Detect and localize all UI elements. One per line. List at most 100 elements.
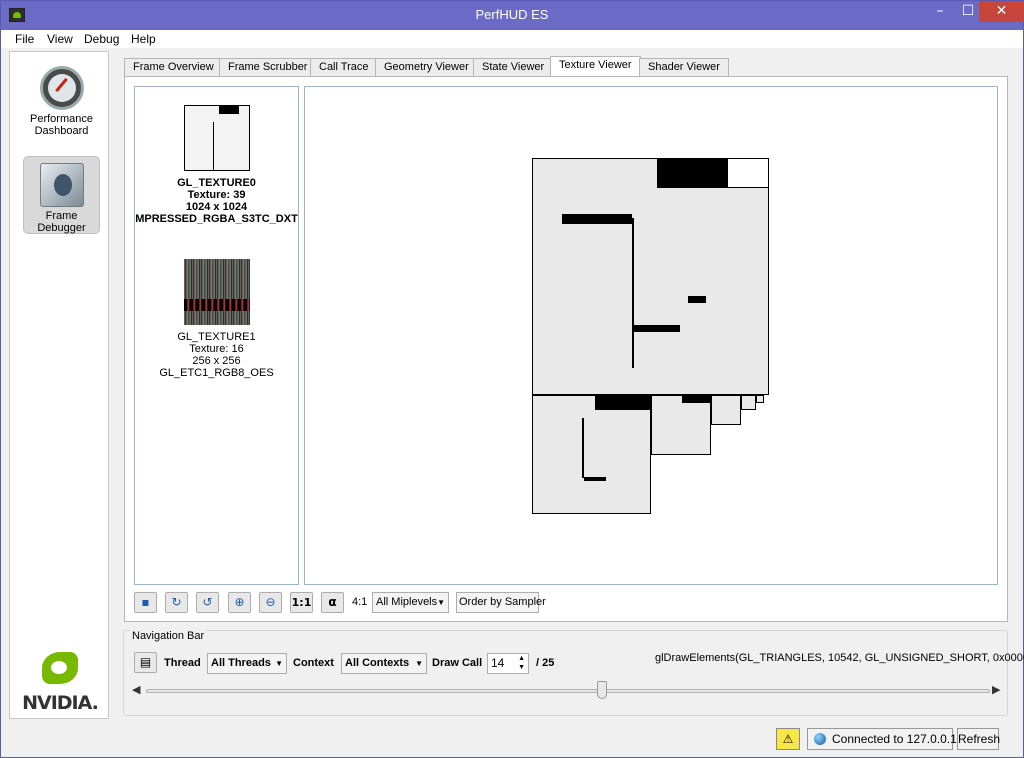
texture-thumbnail (183, 105, 250, 171)
connection-text: Connected to 127.0.0.1 (832, 732, 957, 746)
slider-thumb[interactable] (596, 681, 607, 699)
texture-format: GL_ETC1_RGB8_OES (159, 367, 274, 379)
mip-level-5 (756, 395, 764, 403)
sidebar-item-label: Performance (30, 113, 93, 125)
bug-icon (39, 163, 84, 207)
thread-label: Thread (164, 657, 201, 669)
mode-sidebar: Performance Dashboard Frame Debugger NVI… (9, 51, 109, 719)
texture-item[interactable]: GL_TEXTURE1 Texture: 16 256 x 256 GL_ETC… (135, 259, 298, 379)
connection-status: Connected to 127.0.0.1 (807, 728, 957, 750)
miplevel-select-value: All Miplevels (376, 596, 438, 608)
menu-help[interactable]: Help (131, 32, 156, 46)
texture-name: GL_TEXTURE1 (177, 331, 256, 343)
menu-debug[interactable]: Debug (84, 32, 119, 46)
tab-geometry-viewer[interactable]: Geometry Viewer (375, 58, 478, 77)
warning-icon: ⚠ (782, 732, 794, 746)
texture-dark-strip (634, 325, 680, 332)
spin-arrows-icon[interactable]: ▲ ▼ (518, 654, 525, 672)
status-bar: ⚠ Connected to 127.0.0.1 Refresh (1, 726, 1023, 758)
draw-call-label: Draw Call (432, 657, 483, 669)
mip-level-4 (741, 395, 756, 410)
sidebar-item-frame-debugger[interactable]: Frame Debugger (23, 156, 100, 234)
slider-track[interactable] (146, 689, 990, 693)
current-call-text: glDrawElements(GL_TRIANGLES, 10542, GL_U… (655, 652, 1024, 664)
title-bar[interactable]: PerfHUD ES – ☐ ✕ (1, 1, 1024, 30)
texture-id: Texture: 39 (187, 189, 246, 201)
texture-mip-chain-image (532, 158, 769, 514)
chevron-down-icon: ▼ (415, 659, 423, 668)
zoom-in-icon: ⊕ (234, 595, 245, 609)
tab-texture-viewer[interactable]: Texture Viewer (550, 56, 641, 77)
rotate-cw-icon: ↻ (171, 595, 182, 609)
menu-view[interactable]: View (47, 32, 73, 46)
tab-call-trace[interactable]: Call Trace (310, 58, 378, 77)
zoom-out-icon: ⊖ (265, 595, 276, 609)
texture-glyph (688, 296, 706, 303)
zoom-in-button[interactable]: ⊕ (228, 592, 251, 613)
chevron-down-icon: ▼ (275, 659, 283, 668)
slider-right-arrow-icon[interactable]: ▶ (992, 683, 1000, 696)
play-frames-button[interactable]: ▤ (134, 652, 157, 673)
context-label: Context (293, 657, 334, 669)
tab-frame-overview[interactable]: Frame Overview (124, 58, 223, 77)
texture-format: MPRESSED_RGBA_S3TC_DXT (135, 213, 298, 225)
rotate-ccw-button[interactable]: ↺ (196, 592, 219, 613)
draw-call-slider[interactable]: ◀ ▶ (132, 681, 1004, 701)
menu-file[interactable]: File (15, 32, 34, 46)
texture-light-region (727, 158, 769, 188)
sidebar-item-label: Dashboard (34, 125, 89, 137)
texture-item-selected[interactable]: GL_TEXTURE0 Texture: 39 1024 x 1024 MPRE… (135, 105, 298, 225)
texture-thumbnail (183, 259, 250, 325)
refresh-button[interactable]: Refresh (957, 728, 1000, 750)
window-title: PerfHUD ES (475, 7, 549, 22)
tab-state-viewer[interactable]: State Viewer (473, 58, 554, 77)
tab-shader-viewer[interactable]: Shader Viewer (639, 58, 729, 77)
film-icon: ▤ (139, 655, 152, 669)
texture-list[interactable]: GL_TEXTURE0 Texture: 39 1024 x 1024 MPRE… (134, 86, 299, 585)
chevron-down-icon: ▼ (437, 598, 445, 607)
draw-call-spinbox[interactable]: 14 ▲ ▼ (487, 653, 529, 674)
mip-level-3 (711, 395, 741, 425)
rotate-cw-button[interactable]: ↻ (165, 592, 188, 613)
miplevel-select[interactable]: All Miplevels ▼ (372, 592, 449, 613)
zoom-ratio: 4:1 (352, 596, 368, 608)
save-button[interactable]: ▪ (134, 592, 157, 613)
gauge-icon (39, 66, 84, 110)
save-icon: ▪ (141, 595, 150, 609)
zoom-out-button[interactable]: ⊖ (259, 592, 282, 613)
mip-level-2 (651, 395, 711, 455)
warning-button[interactable]: ⚠ (776, 728, 800, 750)
tab-frame-scrubber[interactable]: Frame Scrubber (219, 58, 317, 77)
texture-size: 1024 x 1024 (185, 201, 248, 213)
globe-icon (814, 733, 826, 745)
alpha-toggle-button[interactable]: α (321, 592, 344, 613)
texture-seam-line (632, 218, 634, 368)
close-button[interactable]: ✕ (979, 1, 1024, 22)
navigation-bar: Navigation Bar ▤ Thread All Threads ▼ Co… (123, 630, 1024, 716)
nvidia-wordmark: NVIDIA. (22, 692, 99, 714)
menu-bar: File View Debug Help (1, 30, 1023, 48)
app-window: PerfHUD ES – ☐ ✕ File View Debug Help Pe… (0, 0, 1024, 758)
texture-id: Texture: 16 (189, 343, 244, 355)
thread-select-value: All Threads (211, 657, 271, 669)
context-select[interactable]: All Contexts ▼ (341, 653, 427, 674)
sidebar-item-performance-dashboard[interactable]: Performance Dashboard (23, 60, 100, 138)
mip-level-0 (532, 158, 769, 395)
draw-call-total: / 25 (536, 657, 555, 669)
order-by-sampler-button[interactable]: Order by Sampler (456, 592, 546, 613)
slider-left-arrow-icon[interactable]: ◀ (132, 683, 140, 696)
texture-dark-strip (562, 214, 632, 224)
nvidia-logo: NVIDIA. (22, 652, 99, 714)
texture-preview-area[interactable] (304, 86, 998, 585)
navigation-bar-title: Navigation Bar (130, 630, 207, 642)
sidebar-item-label: Frame (45, 210, 78, 222)
mip-level-1 (532, 395, 651, 514)
texture-dark-region (682, 395, 710, 403)
actual-size-button[interactable]: 1:1 (290, 592, 313, 613)
texture-viewer-panel: GL_TEXTURE0 Texture: 39 1024 x 1024 MPRE… (124, 76, 1008, 622)
sidebar-item-label: Debugger (37, 222, 86, 234)
minimize-button[interactable]: – (925, 1, 955, 22)
thread-select[interactable]: All Threads ▼ (207, 653, 287, 674)
nvidia-eye-icon (42, 652, 78, 684)
context-select-value: All Contexts (345, 657, 410, 669)
